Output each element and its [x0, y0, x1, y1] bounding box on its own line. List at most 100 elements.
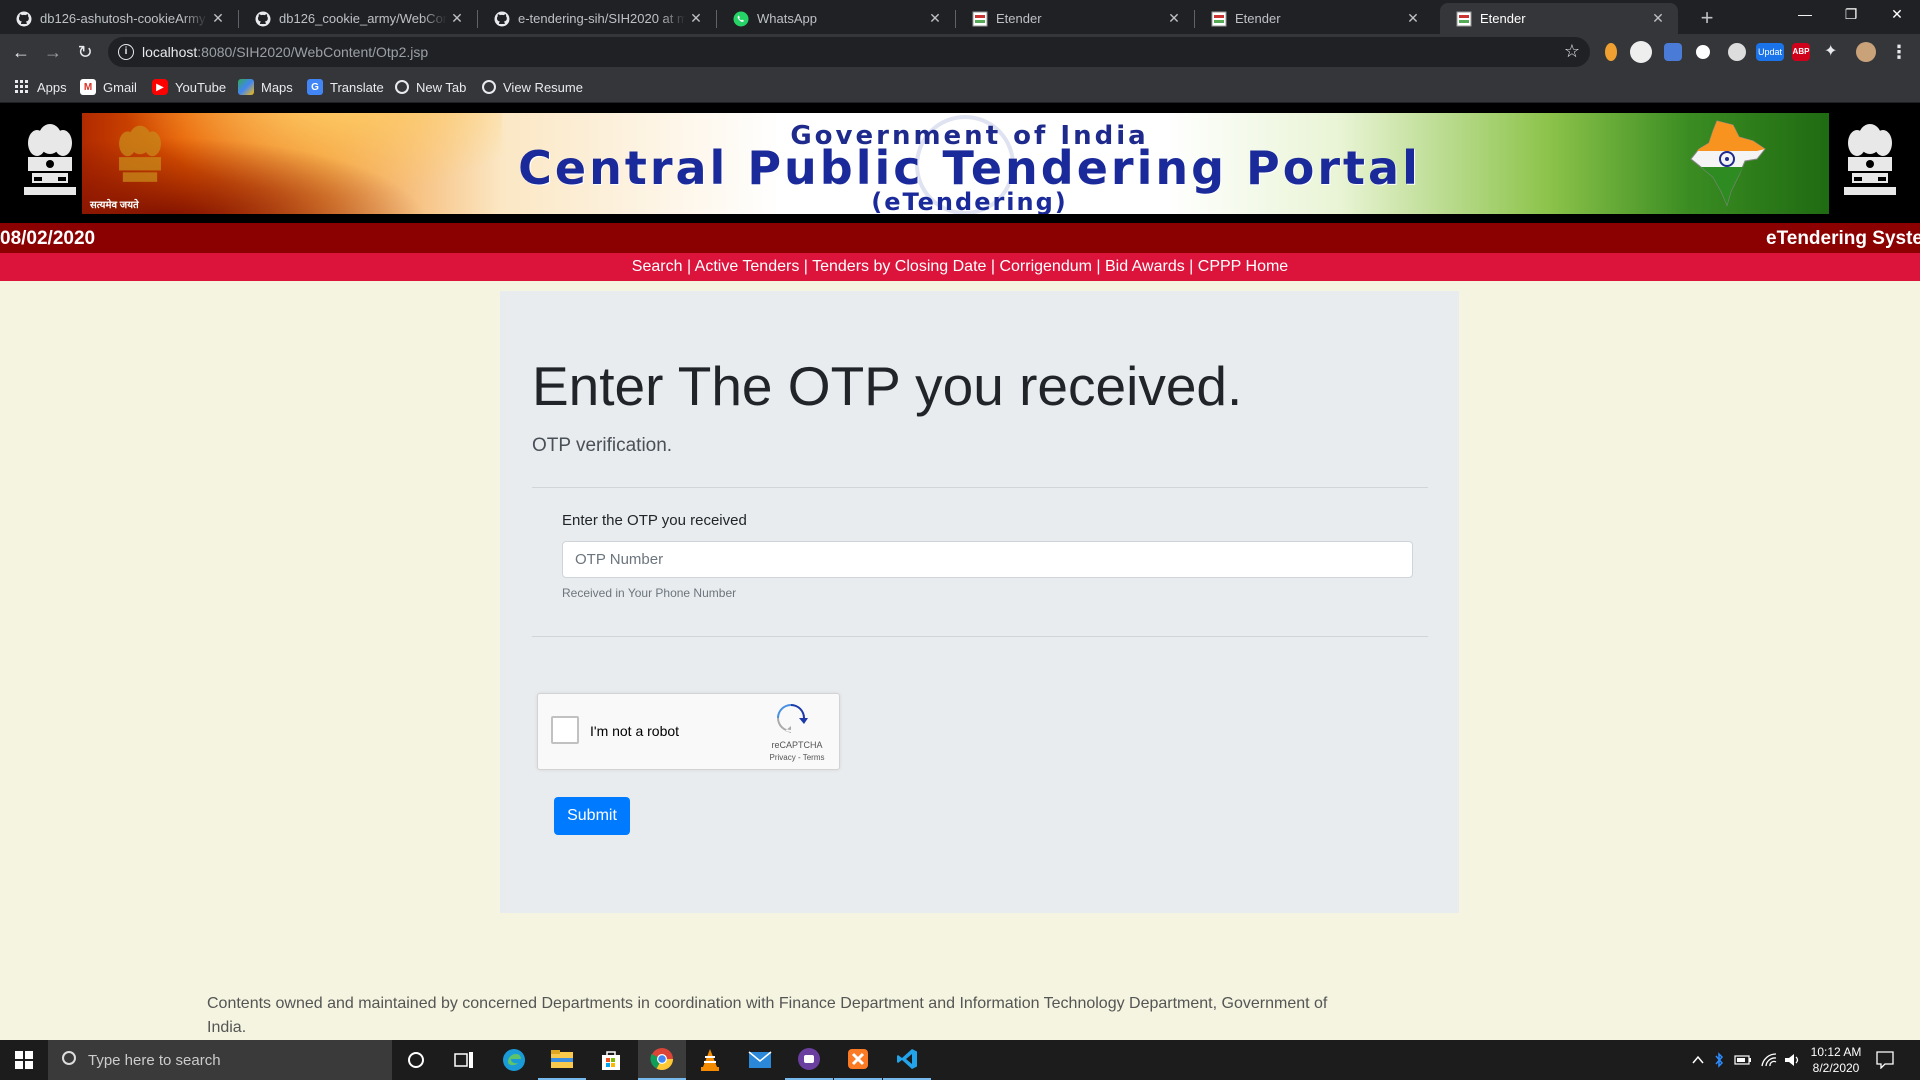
bookmark-youtube[interactable]: ▶ YouTube	[152, 77, 226, 97]
system-name: eTendering Syste	[1766, 228, 1920, 249]
close-window-button[interactable]: ✕	[1874, 0, 1920, 30]
adblock-extension-icon[interactable]: ABP	[1792, 43, 1810, 61]
etender-favicon	[1211, 11, 1227, 27]
globe-icon	[395, 80, 409, 94]
close-tab-icon[interactable]: ✕	[208, 10, 228, 27]
site-info-icon[interactable]: i	[118, 44, 134, 60]
recaptcha-privacy-terms-link[interactable]: Privacy - Terms	[762, 753, 832, 762]
taskbar-search-box[interactable]: Type here to search	[48, 1040, 392, 1080]
nav-corrigendum[interactable]: Corrigendum	[999, 258, 1091, 275]
task-view-icon[interactable]	[440, 1040, 488, 1080]
extension-badge: Updat	[1757, 47, 1783, 57]
media-app-icon[interactable]	[785, 1040, 833, 1080]
close-tab-icon[interactable]: ✕	[1403, 10, 1423, 27]
close-tab-icon[interactable]: ✕	[447, 10, 467, 27]
windows-start-button[interactable]	[0, 1040, 48, 1080]
bookmark-label: View Resume	[503, 79, 583, 95]
edge-browser-icon[interactable]	[490, 1040, 538, 1080]
reload-icon[interactable]: ↻	[72, 39, 98, 65]
forward-icon[interactable]: →	[40, 39, 66, 65]
gmail-icon: M	[80, 79, 96, 95]
vscode-icon[interactable]	[883, 1040, 931, 1080]
mail-icon[interactable]	[736, 1040, 784, 1080]
extension-icon[interactable]	[1630, 41, 1652, 63]
tab-title: e-tendering-sih/SIH2020 at mast	[518, 11, 686, 26]
bookmark-maps[interactable]: Maps	[238, 77, 293, 97]
tab-title: WhatsApp	[757, 11, 817, 26]
restore-window-button[interactable]: ❐	[1828, 0, 1874, 30]
bookmark-translate[interactable]: G Translate	[307, 77, 384, 97]
etender-favicon	[972, 11, 988, 27]
page-subtitle: OTP verification.	[532, 435, 673, 456]
close-tab-icon[interactable]: ✕	[686, 10, 706, 27]
extension-icon[interactable]	[1605, 43, 1617, 61]
browser-tab[interactable]: e-tendering-sih/SIH2020 at mast ✕	[478, 3, 716, 34]
close-tab-icon[interactable]: ✕	[1164, 10, 1184, 27]
close-tab-icon[interactable]: ✕	[1648, 10, 1668, 27]
vlc-icon[interactable]	[686, 1040, 734, 1080]
taskbar-clock[interactable]: 10:12 AM 8/2/2020	[1806, 1044, 1866, 1076]
browser-tab[interactable]: Etender ✕	[1195, 3, 1433, 34]
nav-tenders-by-closing-date[interactable]: Tenders by Closing Date	[812, 258, 986, 275]
nav-search[interactable]: Search	[632, 258, 683, 275]
wifi-icon[interactable]	[1760, 1052, 1778, 1068]
battery-icon[interactable]	[1734, 1053, 1752, 1067]
bookmark-label: Translate	[330, 79, 384, 95]
recaptcha-label: I'm not a robot	[590, 723, 680, 739]
bookmark-apps[interactable]: Apps	[14, 77, 67, 97]
recaptcha-widget: I'm not a robot reCAPTCHA Privacy - Term…	[537, 693, 840, 770]
microsoft-store-icon[interactable]	[587, 1040, 635, 1080]
nav-separator: |	[682, 258, 695, 275]
recaptcha-checkbox[interactable]	[551, 716, 579, 744]
browser-menu-icon[interactable]: ⋮	[1886, 39, 1912, 65]
nav-bid-awards[interactable]: Bid Awards	[1105, 258, 1185, 275]
chrome-taskbar-icon[interactable]	[638, 1040, 686, 1080]
browser-tab[interactable]: db126-ashutosh-cookieArmy (As ✕	[0, 3, 238, 34]
file-explorer-icon[interactable]	[538, 1040, 586, 1080]
translate-extension-icon[interactable]	[1664, 43, 1682, 61]
extension-icon[interactable]	[1696, 45, 1710, 59]
notification-center-icon[interactable]	[1876, 1051, 1894, 1069]
bookmark-gmail[interactable]: M Gmail	[80, 77, 137, 97]
address-bar[interactable]: i localhost:8080/SIH2020/WebContent/Otp2…	[108, 37, 1590, 67]
nav-active-tenders[interactable]: Active Tenders	[695, 258, 800, 275]
portal-banner: Government of India Central Public Tende…	[0, 103, 1920, 223]
otp-input[interactable]	[562, 541, 1413, 578]
bookmark-view-resume[interactable]: View Resume	[482, 77, 583, 97]
browser-tab-active[interactable]: Etender ✕	[1440, 3, 1678, 34]
profile-avatar[interactable]	[1856, 42, 1876, 62]
github-icon	[494, 11, 510, 27]
tab-title: Etender	[1480, 11, 1526, 26]
bookmarks-bar: Apps M Gmail ▶ YouTube Maps G Translate …	[0, 70, 1920, 103]
new-tab-button[interactable]: +	[1693, 4, 1721, 32]
taskbar-search-placeholder: Type here to search	[88, 1051, 221, 1069]
apps-grid-icon	[14, 79, 30, 95]
update-extension-icon[interactable]: Updat	[1756, 43, 1784, 61]
browser-tab[interactable]: db126_cookie_army/WebContent ✕	[239, 3, 477, 34]
back-icon[interactable]: ←	[8, 39, 34, 65]
etender-favicon	[1456, 11, 1472, 27]
footer-text: Contents owned and maintained by concern…	[207, 995, 1328, 1036]
xampp-icon[interactable]	[834, 1040, 882, 1080]
browser-tab[interactable]: Etender ✕	[956, 3, 1194, 34]
tab-title: db126_cookie_army/WebContent	[279, 11, 447, 26]
cortana-icon[interactable]	[392, 1040, 440, 1080]
tab-title: db126-ashutosh-cookieArmy (As	[40, 11, 208, 26]
bookmark-label: Gmail	[103, 79, 137, 95]
bookmark-star-icon[interactable]: ☆	[1564, 41, 1580, 62]
volume-icon[interactable]	[1784, 1052, 1802, 1068]
extension-icon[interactable]	[1728, 43, 1746, 61]
bookmark-label: YouTube	[175, 79, 227, 95]
browser-tab-strip: db126-ashutosh-cookieArmy (As ✕ db126_co…	[0, 0, 1920, 34]
submit-button[interactable]: Submit	[554, 797, 630, 835]
browser-toolbar: ← → ↻ i localhost:8080/SIH2020/WebConten…	[0, 34, 1920, 70]
bookmark-new-tab[interactable]: New Tab	[395, 77, 466, 97]
extensions-puzzle-icon[interactable]: ✦	[1824, 43, 1842, 61]
minimize-window-button[interactable]: —	[1782, 0, 1828, 30]
bookmark-label: Apps	[37, 79, 67, 95]
close-tab-icon[interactable]: ✕	[925, 10, 945, 27]
browser-tab[interactable]: WhatsApp ✕	[717, 3, 955, 34]
chevron-up-icon[interactable]	[1692, 1055, 1704, 1065]
nav-cppp-home[interactable]: CPPP Home	[1198, 258, 1288, 275]
bluetooth-icon[interactable]	[1714, 1052, 1724, 1068]
